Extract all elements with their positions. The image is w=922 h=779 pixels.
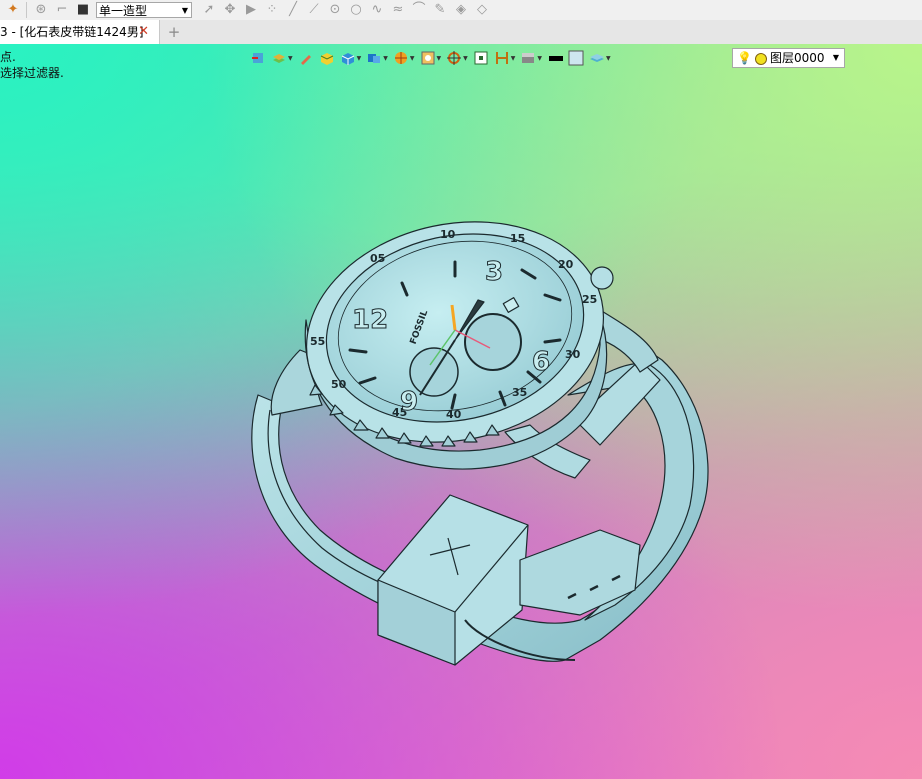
chevron-down-icon: ▼ bbox=[606, 54, 611, 62]
bezel-number: 15 bbox=[510, 232, 525, 245]
dial-numeral: 6 bbox=[532, 347, 550, 377]
subdial-right bbox=[464, 313, 522, 371]
bezel-number: 40 bbox=[446, 408, 462, 421]
chevron-down-icon: ▼ bbox=[537, 54, 542, 62]
view-layers-button[interactable]: ▼ bbox=[271, 49, 293, 67]
chevron-down-icon: ▼ bbox=[463, 54, 468, 62]
bezel-number: 50 bbox=[331, 378, 347, 391]
stack-icon bbox=[273, 54, 285, 63]
chevron-down-icon: ▼ bbox=[436, 54, 442, 62]
line2-icon[interactable]: ⟋ bbox=[307, 3, 321, 17]
separator bbox=[26, 2, 27, 18]
view-render-button[interactable]: ▼ bbox=[393, 49, 415, 67]
wave-icon[interactable]: ≈ bbox=[391, 3, 405, 17]
orient-cube-icon bbox=[368, 54, 381, 63]
tool-icon[interactable]: ✥ bbox=[223, 3, 237, 17]
view-dimension-button[interactable]: ▼ bbox=[494, 49, 516, 67]
render-icon[interactable]: ✦ bbox=[6, 3, 20, 17]
chevron-down-icon: ▼ bbox=[356, 54, 362, 62]
close-icon[interactable]: ✕ bbox=[138, 20, 149, 44]
view-paint-button[interactable] bbox=[298, 49, 314, 67]
document-tab-bar: 3 - [化石表皮带链1424男] ✕ + bbox=[0, 20, 922, 45]
circle-icon[interactable]: ○ bbox=[349, 3, 363, 17]
display-icon bbox=[421, 51, 434, 65]
new-tab-button[interactable]: + bbox=[167, 20, 181, 44]
main-toolbar: ✦ ⊛ ⌐ ■ 单一造型 ▼ ➚ ✥ ▶ ⁘ ╱ ⟋ ⊙ ○ ∿ ≈ ⌒ ✎ ◈… bbox=[0, 0, 922, 20]
chevron-down-icon: ▼ bbox=[510, 54, 516, 62]
background-icon bbox=[522, 53, 535, 63]
bezel-number: 35 bbox=[512, 386, 527, 399]
fill-swatch-icon bbox=[568, 50, 584, 66]
sphere-icon bbox=[394, 52, 407, 64]
back-arrow-icon bbox=[252, 53, 263, 63]
stop-icon[interactable]: ■ bbox=[76, 3, 90, 17]
view-frame-button[interactable] bbox=[473, 49, 489, 67]
line-icon[interactable]: ╱ bbox=[286, 3, 300, 17]
view-toolbar: ▼ ▼ ▼ ▼ ▼ ▼ ▼ ▼ ▼ bbox=[250, 48, 616, 68]
curve-icon[interactable]: ∿ bbox=[370, 3, 384, 17]
lightbulb-icon[interactable]: 💡 bbox=[737, 49, 752, 67]
chevron-down-icon: ▼ bbox=[383, 54, 388, 62]
fill-color-swatch[interactable] bbox=[568, 49, 584, 67]
bezel-number: 25 bbox=[582, 293, 597, 306]
tab-title: 3 - [化石表皮带链1424男] bbox=[0, 25, 144, 39]
bezel-number: 20 bbox=[558, 258, 574, 271]
black-swatch-icon bbox=[549, 56, 563, 61]
dial-numeral: 9 bbox=[400, 387, 418, 417]
select-icon[interactable]: ➚ bbox=[202, 3, 216, 17]
layers2-icon[interactable]: ◇ bbox=[475, 3, 489, 17]
layer-manager-button[interactable]: ▼ bbox=[589, 49, 611, 67]
crown bbox=[590, 266, 614, 290]
view-cube-button[interactable]: ▼ bbox=[340, 49, 362, 67]
bezel-number: 30 bbox=[565, 348, 581, 361]
points-icon[interactable]: ⁘ bbox=[265, 3, 279, 17]
view-display-button[interactable]: ▼ bbox=[420, 49, 442, 67]
line-color-swatch[interactable] bbox=[547, 49, 563, 67]
crosshair-icon bbox=[447, 51, 462, 65]
chevron-down-icon: ▼ bbox=[181, 6, 188, 15]
frame-icon bbox=[474, 51, 488, 65]
tab-document[interactable]: 3 - [化石表皮带链1424男] ✕ bbox=[0, 20, 160, 44]
view-back-button[interactable] bbox=[250, 49, 266, 67]
dimension-icon bbox=[495, 52, 508, 64]
path-icon[interactable]: ⌐ bbox=[55, 3, 69, 17]
3d-viewport[interactable]: 10 15 20 25 30 35 40 45 50 55 05 12 3 6 … bbox=[0, 44, 922, 779]
watch-model: 10 15 20 25 30 35 40 45 50 55 05 12 3 6 … bbox=[251, 221, 709, 666]
chevron-down-icon: ▼ bbox=[409, 54, 415, 62]
model-mode-select[interactable]: 单一造型 ▼ bbox=[96, 2, 192, 18]
view-orient-button[interactable]: ▼ bbox=[366, 49, 388, 67]
cube-icon bbox=[341, 53, 354, 65]
layer-color-dot bbox=[755, 53, 767, 65]
dial-numeral: 3 bbox=[485, 257, 503, 287]
bezel-number: 10 bbox=[440, 228, 456, 241]
model-mode-value: 单一造型 bbox=[99, 4, 148, 18]
prompt-line-2: 选择过滤器. bbox=[0, 66, 64, 80]
layers-stack-icon bbox=[590, 54, 604, 62]
chevron-down-icon: ▼ bbox=[832, 53, 839, 62]
arc-icon[interactable]: ⌒ bbox=[412, 3, 426, 17]
chevron-down-icon: ▼ bbox=[288, 54, 293, 62]
bezel-number: 05 bbox=[370, 252, 385, 265]
play-icon[interactable]: ▶ bbox=[244, 3, 258, 17]
layer-select[interactable]: 💡 图层0000 ▼ bbox=[732, 48, 845, 68]
shaded-box-icon bbox=[320, 53, 333, 65]
pen-icon[interactable]: ✎ bbox=[433, 3, 447, 17]
rotate-icon[interactable]: ⊛ bbox=[34, 3, 48, 17]
layer-name: 图层0000 bbox=[770, 51, 825, 65]
bezel-number: 55 bbox=[310, 335, 325, 348]
view-shade-button[interactable] bbox=[319, 49, 335, 67]
view-snap-button[interactable]: ▼ bbox=[446, 49, 468, 67]
dial-numeral: 12 bbox=[352, 305, 388, 335]
layers-icon[interactable]: ◈ bbox=[454, 3, 468, 17]
brush-icon bbox=[300, 55, 311, 65]
view-background-button[interactable]: ▼ bbox=[520, 49, 542, 67]
circle-dot-icon[interactable]: ⊙ bbox=[328, 3, 342, 17]
prompt-line-1: 点. bbox=[0, 50, 16, 64]
